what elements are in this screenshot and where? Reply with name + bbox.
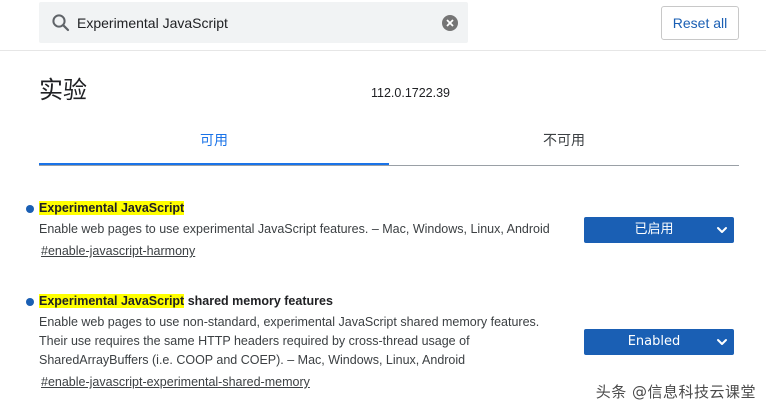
flag-title-rest: shared memory features [184,294,333,308]
flag-title: Experimental JavaScript [39,201,185,215]
flag-state-value: Enabled [627,334,681,349]
search-box[interactable] [39,2,468,43]
reset-all-button[interactable]: Reset all [661,6,739,40]
flag-description: Enable web pages to use non-standard, ex… [39,315,540,367]
watermark: 头条 @信息科技云课堂 [595,383,756,401]
flag-state-select[interactable]: Enabled [584,329,734,355]
version-label: 112.0.1722.39 [371,86,451,100]
flag-link[interactable]: #enable-javascript-experimental-shared-m… [41,375,310,389]
search-input[interactable] [77,2,437,43]
chevron-down-icon [717,339,727,345]
flag-title: Experimental JavaScript shared memory fe… [39,294,333,308]
flag-state-select[interactable]: 已启用 [584,217,734,243]
clear-icon[interactable] [441,14,459,32]
flag-status-dot [26,205,34,213]
page-title: 实验 [39,76,87,104]
flag-description: Enable web pages to use experimental Jav… [39,222,550,236]
flag-link[interactable]: #enable-javascript-harmony [41,244,195,258]
flag-state-value: 已启用 [634,222,674,237]
tab-available[interactable]: 可用 [39,122,389,165]
chevron-down-icon [717,227,727,233]
top-bar: Reset all [0,0,766,51]
tab-bar: 可用 不可用 [39,122,739,166]
flag-title-highlight: Experimental JavaScript [39,201,185,215]
flag-title-highlight: Experimental JavaScript [39,294,185,308]
search-icon [52,14,70,32]
tab-unavailable[interactable]: 不可用 [389,122,739,165]
flag-status-dot [26,298,34,306]
